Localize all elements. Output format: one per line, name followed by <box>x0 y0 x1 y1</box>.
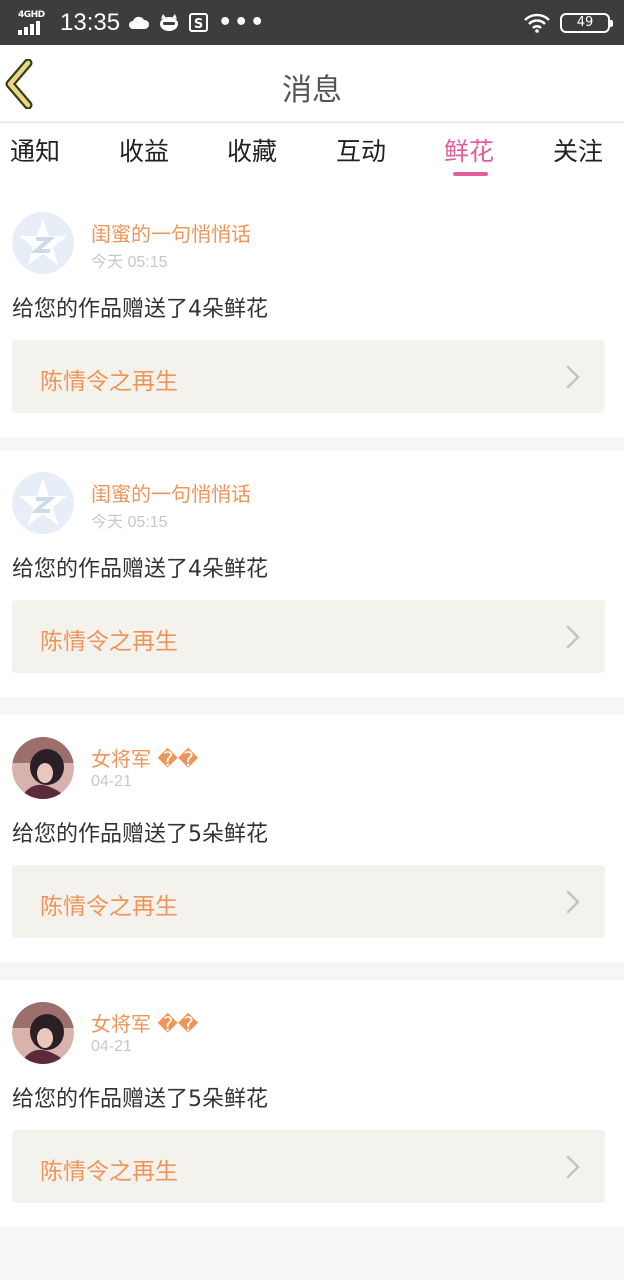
work-link[interactable]: 陈情令之再生 <box>12 1130 605 1203</box>
message-card: 闺蜜的一句悄悄话 今天 05:15 给您的作品赠送了4朵鲜花 陈情令之再生 <box>0 450 624 697</box>
default-avatar[interactable] <box>12 212 74 274</box>
message-text: 给您的作品赠送了4朵鲜花 <box>12 297 268 322</box>
work-title: 陈情令之再生 <box>40 894 178 920</box>
signal-icon: 4GHD <box>18 9 48 37</box>
svg-text:S: S <box>194 17 203 32</box>
message-card: 女将军 �� 04-21 给您的作品赠送了5朵鲜花 陈情令之再生 <box>0 980 624 1227</box>
tab-follow[interactable]: 关注 <box>553 132 603 168</box>
message-card: 闺蜜的一句悄悄话 今天 05:15 给您的作品赠送了4朵鲜花 陈情令之再生 <box>0 190 624 437</box>
battery-icon: 49 <box>560 12 613 33</box>
battery-level: 49 <box>576 15 594 30</box>
message-text: 给您的作品赠送了5朵鲜花 <box>12 822 268 847</box>
message-text: 给您的作品赠送了4朵鲜花 <box>12 557 268 582</box>
active-tab-indicator <box>453 172 488 176</box>
page-title: 消息 <box>282 73 342 108</box>
photo-avatar[interactable] <box>12 1002 74 1064</box>
post-time: 今天 05:15 <box>91 514 168 531</box>
tab-earnings[interactable]: 收益 <box>119 132 169 168</box>
user-name[interactable]: 女将军 �� <box>91 1008 198 1037</box>
chevron-right-icon <box>566 365 580 389</box>
tab-bar: 通知 收益 收藏 互动 鲜花 关注 <box>0 124 624 190</box>
chevron-right-icon <box>566 625 580 649</box>
cat-icon <box>158 13 180 33</box>
work-link[interactable]: 陈情令之再生 <box>12 600 605 673</box>
chevron-right-icon <box>566 1155 580 1179</box>
status-bar: 4GHD 13:35 S ••• 49 <box>0 0 624 45</box>
tab-favorites[interactable]: 收藏 <box>227 132 277 168</box>
tab-notifications[interactable]: 通知 <box>10 132 60 168</box>
nav-bar: 消息 <box>0 45 624 123</box>
work-title: 陈情令之再生 <box>40 1159 178 1185</box>
status-time: 13:35 <box>60 8 121 36</box>
user-name[interactable]: 女将军 �� <box>91 743 198 772</box>
message-text: 给您的作品赠送了5朵鲜花 <box>12 1087 268 1112</box>
work-link[interactable]: 陈情令之再生 <box>12 340 605 413</box>
photo-avatar[interactable] <box>12 737 74 799</box>
post-time: 04-21 <box>91 773 132 790</box>
weather-icon <box>128 13 150 33</box>
s-icon: S <box>188 12 210 33</box>
post-time: 04-21 <box>91 1038 132 1055</box>
user-name[interactable]: 闺蜜的一句悄悄话 <box>91 218 251 247</box>
post-time: 今天 05:15 <box>91 254 168 271</box>
message-card: 女将军 �� 04-21 给您的作品赠送了5朵鲜花 陈情令之再生 <box>0 715 624 962</box>
chevron-right-icon <box>566 890 580 914</box>
tab-interaction[interactable]: 互动 <box>336 132 386 168</box>
work-title: 陈情令之再生 <box>40 629 178 655</box>
work-link[interactable]: 陈情令之再生 <box>12 865 605 938</box>
more-status-icon: ••• <box>218 10 267 35</box>
work-title: 陈情令之再生 <box>40 369 178 395</box>
user-name[interactable]: 闺蜜的一句悄悄话 <box>91 478 251 507</box>
default-avatar[interactable] <box>12 472 74 534</box>
tab-flowers[interactable]: 鲜花 <box>444 132 494 168</box>
network-type: 4GHD <box>18 9 45 20</box>
wifi-icon <box>524 13 550 33</box>
